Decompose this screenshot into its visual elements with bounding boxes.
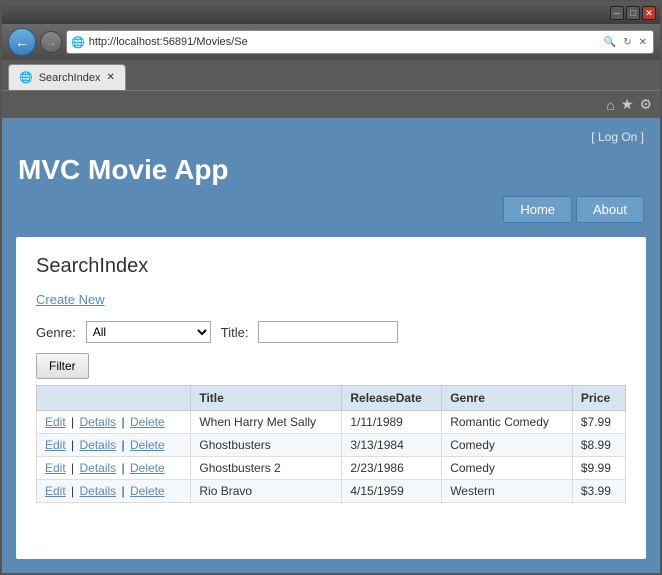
details-link-2[interactable]: Details: [80, 438, 117, 452]
genre-label: Genre:: [36, 325, 76, 340]
toolbar-bar: ⌂ ★ ⚙: [2, 90, 660, 118]
cell-genre-3: Comedy: [442, 457, 573, 480]
refresh-icon[interactable]: ↻: [621, 37, 633, 48]
col-genre: Genre: [442, 386, 573, 411]
app-header: [ Log On ] MVC Movie App Home About: [2, 118, 660, 237]
sep: |: [71, 461, 74, 475]
address-text: http://localhost:56891/Movies/Se: [89, 36, 598, 48]
page-heading: SearchIndex: [36, 255, 626, 278]
table-row: Edit | Details | Delete Ghostbusters 3/1…: [37, 434, 626, 457]
table-header: Title ReleaseDate Genre Price: [37, 386, 626, 411]
cell-title-3: Ghostbusters 2: [191, 457, 342, 480]
table-body: Edit | Details | Delete When Harry Met S…: [37, 411, 626, 503]
cell-genre-4: Western: [442, 480, 573, 503]
cell-price-1: $7.99: [572, 411, 625, 434]
edit-link-4[interactable]: Edit: [45, 484, 66, 498]
address-actions: 🔍 ↻ ✕: [602, 37, 649, 48]
title-label: Title:: [221, 325, 249, 340]
home-icon[interactable]: ⌂: [606, 97, 614, 113]
forward-button[interactable]: →: [40, 31, 62, 53]
header-row: Title ReleaseDate Genre Price: [37, 386, 626, 411]
cell-title-2: Ghostbusters: [191, 434, 342, 457]
filter-row: Genre: All Comedy Romantic Comedy Wester…: [36, 321, 626, 343]
edit-link-1[interactable]: Edit: [45, 415, 66, 429]
cell-date-1: 1/11/1989: [342, 411, 442, 434]
movies-table: Title ReleaseDate Genre Price Edit | Det…: [36, 385, 626, 503]
details-link-3[interactable]: Details: [80, 461, 117, 475]
cell-genre-1: Romantic Comedy: [442, 411, 573, 434]
cell-price-2: $8.99: [572, 434, 625, 457]
sep: |: [122, 415, 125, 429]
cell-title-1: When Harry Met Sally: [191, 411, 342, 434]
row-actions: Edit | Details | Delete: [37, 480, 191, 503]
cell-genre-2: Comedy: [442, 434, 573, 457]
col-release-date: ReleaseDate: [342, 386, 442, 411]
about-nav-button[interactable]: About: [576, 196, 644, 223]
cell-date-3: 2/23/1986: [342, 457, 442, 480]
tab-label: SearchIndex: [39, 72, 101, 84]
edit-link-3[interactable]: Edit: [45, 461, 66, 475]
nav-buttons: Home About: [18, 196, 644, 233]
star-icon[interactable]: ★: [621, 96, 634, 113]
genre-select[interactable]: All Comedy Romantic Comedy Western: [86, 321, 211, 343]
delete-link-3[interactable]: Delete: [130, 461, 165, 475]
edit-link-2[interactable]: Edit: [45, 438, 66, 452]
tab-icon: 🌐: [19, 71, 33, 84]
details-link-1[interactable]: Details: [80, 415, 117, 429]
search-icon[interactable]: 🔍: [602, 37, 618, 48]
col-price: Price: [572, 386, 625, 411]
details-link-4[interactable]: Details: [80, 484, 117, 498]
settings-icon[interactable]: ⚙: [639, 96, 652, 113]
tab-close-button[interactable]: ✕: [106, 72, 114, 83]
title-bar: ─ □ ✕: [2, 2, 660, 24]
sep: |: [71, 484, 74, 498]
table-row: Edit | Details | Delete Ghostbusters 2 2…: [37, 457, 626, 480]
minimize-button[interactable]: ─: [610, 6, 624, 20]
table-row: Edit | Details | Delete Rio Bravo 4/15/1…: [37, 480, 626, 503]
nav-bar: ← → 🌐 http://localhost:56891/Movies/Se 🔍…: [2, 24, 660, 60]
log-on-link[interactable]: [ Log On ]: [591, 130, 644, 144]
tab-bar: 🌐 SearchIndex ✕: [2, 60, 660, 90]
title-input[interactable]: [258, 321, 398, 343]
cell-title-4: Rio Bravo: [191, 480, 342, 503]
row-actions: Edit | Details | Delete: [37, 434, 191, 457]
home-nav-button[interactable]: Home: [503, 196, 572, 223]
address-bar[interactable]: 🌐 http://localhost:56891/Movies/Se 🔍 ↻ ✕: [66, 30, 654, 54]
page-icon: 🌐: [71, 36, 85, 49]
sep: |: [71, 415, 74, 429]
sep: |: [122, 484, 125, 498]
filter-button[interactable]: Filter: [36, 353, 89, 379]
delete-link-2[interactable]: Delete: [130, 438, 165, 452]
log-on-bar: [ Log On ]: [18, 126, 644, 148]
table-row: Edit | Details | Delete When Harry Met S…: [37, 411, 626, 434]
back-button[interactable]: ←: [8, 28, 36, 56]
app-title: MVC Movie App: [18, 148, 644, 196]
sep: |: [122, 438, 125, 452]
active-tab[interactable]: 🌐 SearchIndex ✕: [8, 64, 126, 90]
close-button[interactable]: ✕: [642, 6, 656, 20]
page-content: [ Log On ] MVC Movie App Home About Sear…: [2, 118, 660, 573]
sep: |: [122, 461, 125, 475]
row-actions: Edit | Details | Delete: [37, 411, 191, 434]
col-actions: [37, 386, 191, 411]
browser-window: ─ □ ✕ ← → 🌐 http://localhost:56891/Movie…: [0, 0, 662, 575]
delete-link-4[interactable]: Delete: [130, 484, 165, 498]
delete-link-1[interactable]: Delete: [130, 415, 165, 429]
content-box: SearchIndex Create New Genre: All Comedy…: [16, 237, 646, 559]
maximize-button[interactable]: □: [626, 6, 640, 20]
cell-price-4: $3.99: [572, 480, 625, 503]
row-actions: Edit | Details | Delete: [37, 457, 191, 480]
cell-price-3: $9.99: [572, 457, 625, 480]
cell-date-2: 3/13/1984: [342, 434, 442, 457]
col-title: Title: [191, 386, 342, 411]
cell-date-4: 4/15/1959: [342, 480, 442, 503]
filter-button-row: Filter: [36, 353, 626, 379]
create-new-link[interactable]: Create New: [36, 292, 626, 307]
sep: |: [71, 438, 74, 452]
stop-icon[interactable]: ✕: [637, 37, 649, 48]
